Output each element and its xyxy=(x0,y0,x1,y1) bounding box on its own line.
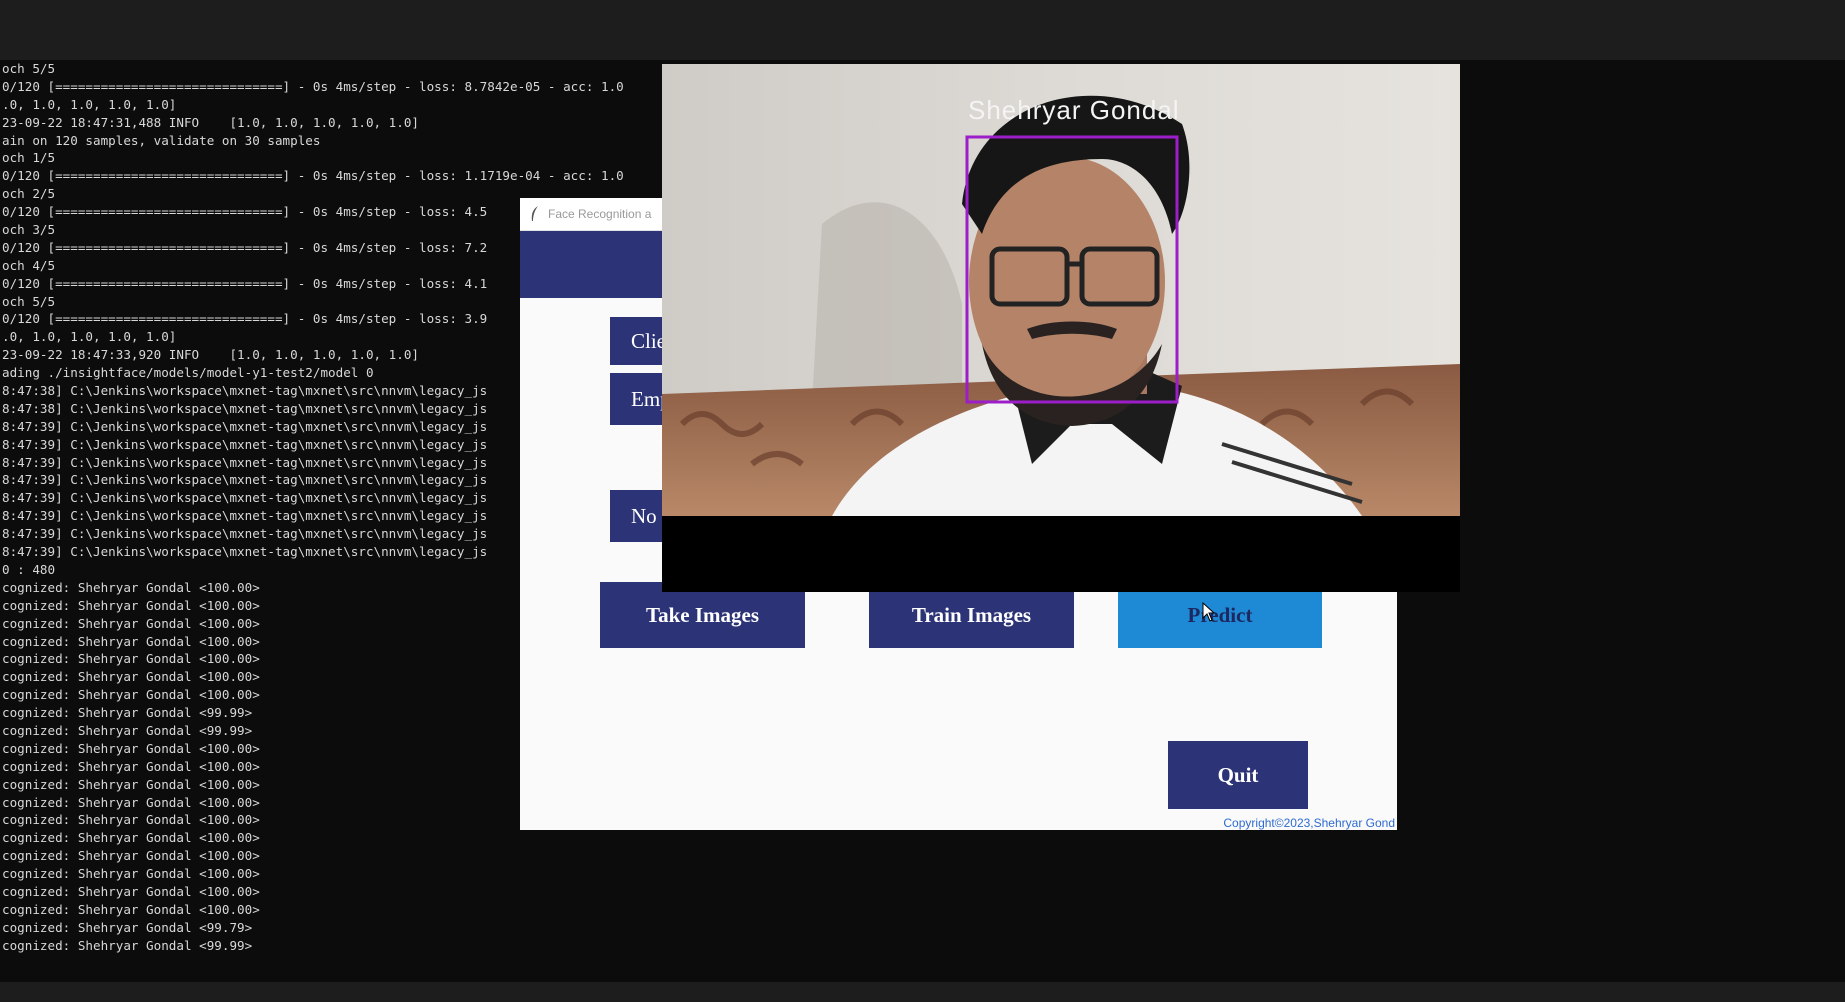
top-taskbar xyxy=(0,0,1845,60)
recognized-name-label: Shehryar Gondal xyxy=(968,95,1180,125)
app-title: Face Recognition a xyxy=(548,207,652,221)
console-line: cognized: Shehryar Gondal <100.00> xyxy=(2,866,260,882)
console-line: cognized: Shehryar Gondal <99.99> xyxy=(2,937,253,953)
quit-button[interactable]: Quit xyxy=(1168,741,1308,809)
console-line: .0, 1.0, 1.0, 1.0, 1.0] xyxy=(2,96,177,112)
console-line: cognized: Shehryar Gondal <100.00> xyxy=(2,883,260,899)
console-line: ain on 120 samples, validate on 30 sampl… xyxy=(2,132,321,148)
console-line: 0/120 [==============================] -… xyxy=(2,78,624,94)
bottom-bar xyxy=(0,982,1845,1002)
feather-icon xyxy=(531,206,538,221)
console-line: cognized: Shehryar Gondal <100.00> xyxy=(2,901,260,917)
console-line: cognized: Shehryar Gondal <100.00> xyxy=(2,830,260,846)
console-line: cognized: Shehryar Gondal <99.79> xyxy=(2,919,253,935)
camera-window: Shehryar Gondal xyxy=(662,64,1460,592)
console-line: och 1/5 xyxy=(2,150,56,166)
camera-feed-image xyxy=(662,64,1460,516)
console-line: 0/120 [==============================] -… xyxy=(2,168,624,184)
camera-window-bottom xyxy=(662,516,1460,592)
console-line: cognized: Shehryar Gondal <100.00> xyxy=(2,848,260,864)
copyright-text: Copyright©2023,Shehryar Gond xyxy=(1223,816,1395,830)
console-line: och 5/5 xyxy=(2,61,56,76)
mouse-cursor-icon xyxy=(1202,602,1216,622)
console-line: 23-09-22 18:47:31,488 INFO [1.0, 1.0, 1.… xyxy=(2,114,420,130)
